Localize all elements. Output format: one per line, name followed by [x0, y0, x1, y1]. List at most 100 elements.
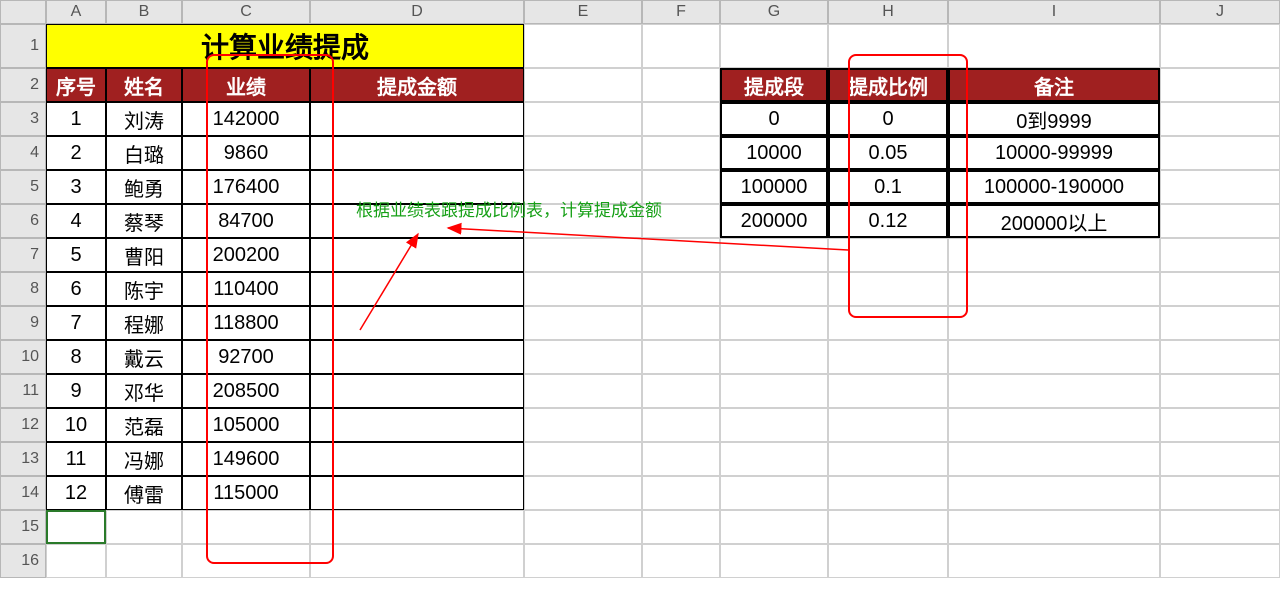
cell-G13[interactable] — [720, 442, 828, 476]
main-name-4[interactable]: 白璐 — [106, 136, 182, 170]
cell-J3[interactable] — [1160, 102, 1280, 136]
main-seq-13[interactable]: 11 — [46, 442, 106, 476]
cell-F4[interactable] — [642, 136, 720, 170]
column-header-I[interactable]: I — [948, 0, 1160, 24]
main-comm-6[interactable] — [310, 204, 524, 238]
cell-F3[interactable] — [642, 102, 720, 136]
main-name-13[interactable]: 冯娜 — [106, 442, 182, 476]
cell-G7[interactable] — [720, 238, 828, 272]
row-header-7[interactable]: 7 — [0, 238, 46, 272]
row-header-2[interactable]: 2 — [0, 68, 46, 102]
cell-F5[interactable] — [642, 170, 720, 204]
cell-E15[interactable] — [524, 510, 642, 544]
cell-E4[interactable] — [524, 136, 642, 170]
main-header-perf[interactable]: 业绩 — [182, 68, 310, 102]
column-header-F[interactable]: F — [642, 0, 720, 24]
rate-header-note[interactable]: 备注 — [948, 68, 1160, 102]
main-comm-12[interactable] — [310, 408, 524, 442]
cell-E5[interactable] — [524, 170, 642, 204]
cell-F1[interactable] — [642, 24, 720, 68]
cell-E7[interactable] — [524, 238, 642, 272]
cell-I15[interactable] — [948, 510, 1160, 544]
rate-note-5[interactable]: 100000-190000 — [948, 170, 1160, 204]
cell-A16[interactable] — [46, 544, 106, 578]
cell-G12[interactable] — [720, 408, 828, 442]
row-header-8[interactable]: 8 — [0, 272, 46, 306]
rate-ratio-3[interactable]: 0 — [828, 102, 948, 136]
row-header-16[interactable]: 16 — [0, 544, 46, 578]
cell-G16[interactable] — [720, 544, 828, 578]
cell-J1[interactable] — [1160, 24, 1280, 68]
main-name-3[interactable]: 刘涛 — [106, 102, 182, 136]
cell-F15[interactable] — [642, 510, 720, 544]
main-header-commission[interactable]: 提成金额 — [310, 68, 524, 102]
main-seq-14[interactable]: 12 — [46, 476, 106, 510]
cell-I7[interactable] — [948, 238, 1160, 272]
main-seq-3[interactable]: 1 — [46, 102, 106, 136]
cell-H7[interactable] — [828, 238, 948, 272]
cell-I9[interactable] — [948, 306, 1160, 340]
main-comm-5[interactable] — [310, 170, 524, 204]
title-cell[interactable]: 计算业绩提成 — [46, 24, 524, 68]
rate-tier-5[interactable]: 100000 — [720, 170, 828, 204]
cell-F8[interactable] — [642, 272, 720, 306]
main-name-5[interactable]: 鲍勇 — [106, 170, 182, 204]
main-perf-6[interactable]: 84700 — [182, 204, 310, 238]
rate-header-ratio[interactable]: 提成比例 — [828, 68, 948, 102]
cell-E9[interactable] — [524, 306, 642, 340]
rate-ratio-5[interactable]: 0.1 — [828, 170, 948, 204]
cell-F14[interactable] — [642, 476, 720, 510]
row-header-12[interactable]: 12 — [0, 408, 46, 442]
cell-F7[interactable] — [642, 238, 720, 272]
cell-F16[interactable] — [642, 544, 720, 578]
main-comm-4[interactable] — [310, 136, 524, 170]
cell-A15[interactable] — [46, 510, 106, 544]
main-seq-9[interactable]: 7 — [46, 306, 106, 340]
main-name-14[interactable]: 傅雷 — [106, 476, 182, 510]
cell-H13[interactable] — [828, 442, 948, 476]
main-name-7[interactable]: 曹阳 — [106, 238, 182, 272]
main-comm-9[interactable] — [310, 306, 524, 340]
cell-J11[interactable] — [1160, 374, 1280, 408]
cell-E2[interactable] — [524, 68, 642, 102]
column-header-H[interactable]: H — [828, 0, 948, 24]
main-seq-8[interactable]: 6 — [46, 272, 106, 306]
cell-H12[interactable] — [828, 408, 948, 442]
column-header-G[interactable]: G — [720, 0, 828, 24]
main-perf-5[interactable]: 176400 — [182, 170, 310, 204]
cell-I13[interactable] — [948, 442, 1160, 476]
cell-I16[interactable] — [948, 544, 1160, 578]
row-header-4[interactable]: 4 — [0, 136, 46, 170]
rate-header-tier[interactable]: 提成段 — [720, 68, 828, 102]
main-seq-12[interactable]: 10 — [46, 408, 106, 442]
main-perf-7[interactable]: 200200 — [182, 238, 310, 272]
cell-H10[interactable] — [828, 340, 948, 374]
main-seq-7[interactable]: 5 — [46, 238, 106, 272]
rate-note-6[interactable]: 200000以上 — [948, 204, 1160, 238]
main-perf-8[interactable]: 110400 — [182, 272, 310, 306]
cell-I14[interactable] — [948, 476, 1160, 510]
column-header-E[interactable]: E — [524, 0, 642, 24]
cell-C15[interactable] — [182, 510, 310, 544]
cell-G10[interactable] — [720, 340, 828, 374]
cell-H8[interactable] — [828, 272, 948, 306]
cell-J14[interactable] — [1160, 476, 1280, 510]
cell-G11[interactable] — [720, 374, 828, 408]
cell-J12[interactable] — [1160, 408, 1280, 442]
main-comm-3[interactable] — [310, 102, 524, 136]
rate-ratio-6[interactable]: 0.12 — [828, 204, 948, 238]
row-header-3[interactable]: 3 — [0, 102, 46, 136]
cell-F9[interactable] — [642, 306, 720, 340]
main-name-12[interactable]: 范磊 — [106, 408, 182, 442]
main-perf-14[interactable]: 115000 — [182, 476, 310, 510]
cell-J4[interactable] — [1160, 136, 1280, 170]
cell-J15[interactable] — [1160, 510, 1280, 544]
cell-J8[interactable] — [1160, 272, 1280, 306]
cell-I10[interactable] — [948, 340, 1160, 374]
column-header-A[interactable]: A — [46, 0, 106, 24]
main-comm-10[interactable] — [310, 340, 524, 374]
main-name-10[interactable]: 戴云 — [106, 340, 182, 374]
row-header-14[interactable]: 14 — [0, 476, 46, 510]
main-perf-11[interactable]: 208500 — [182, 374, 310, 408]
select-all-corner[interactable] — [0, 0, 46, 24]
